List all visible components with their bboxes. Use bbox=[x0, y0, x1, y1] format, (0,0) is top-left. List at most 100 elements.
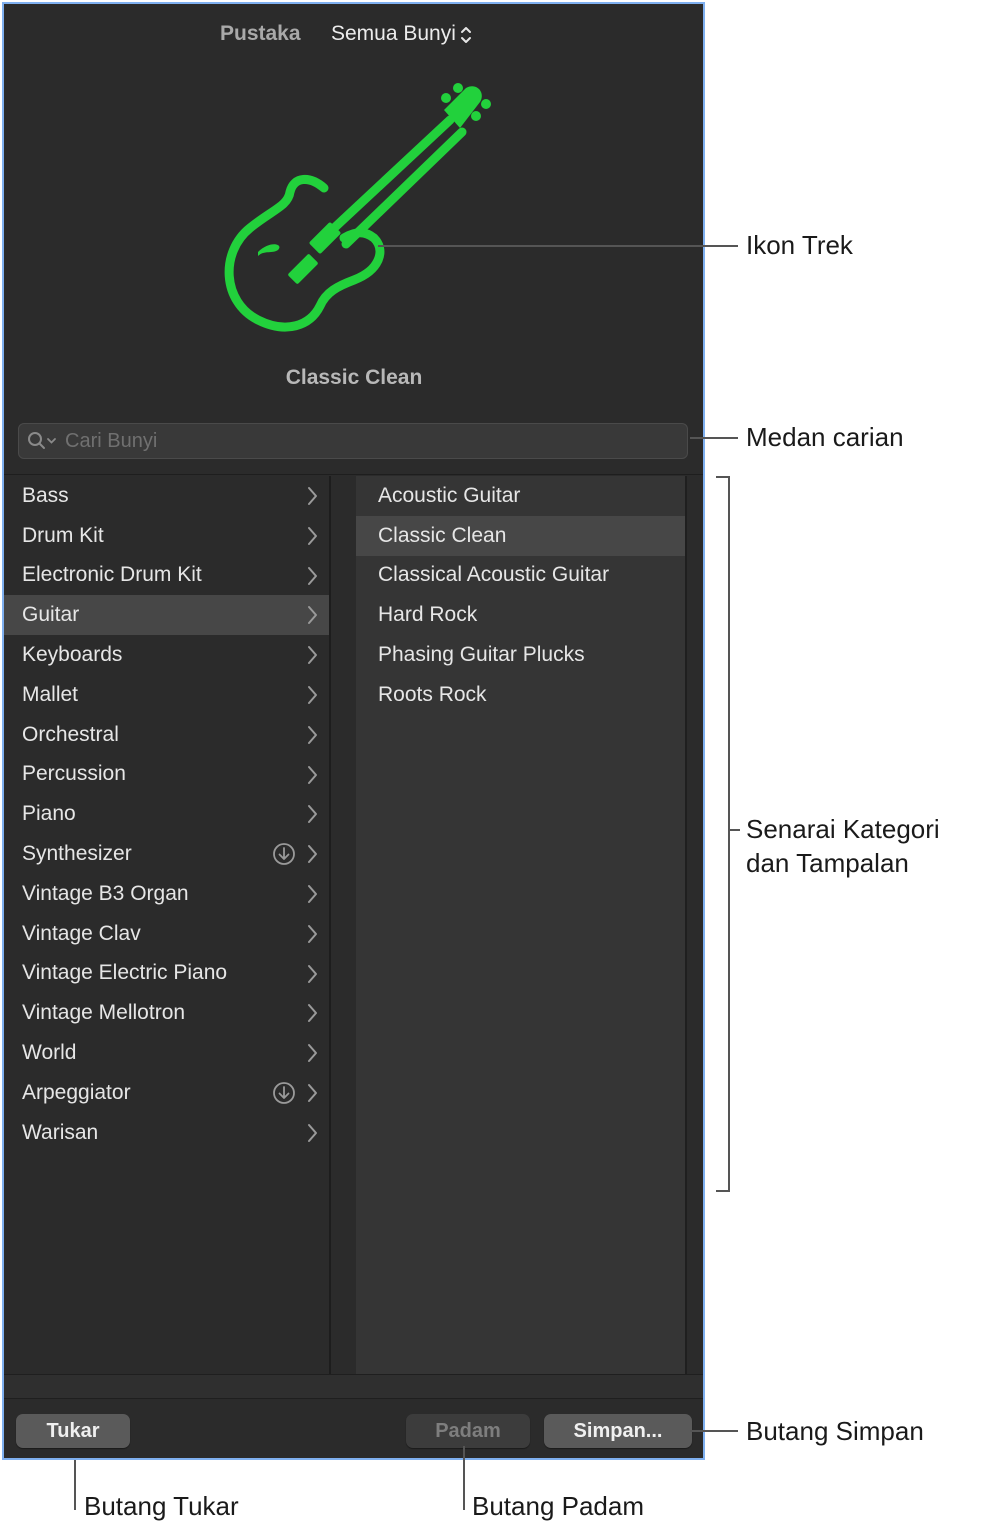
category-item[interactable]: Drum Kit bbox=[4, 516, 329, 556]
category-label: Vintage B3 Organ bbox=[22, 882, 189, 906]
callout-save-button: Butang Simpan bbox=[746, 1414, 924, 1448]
chevron-right-icon bbox=[305, 526, 319, 546]
category-item[interactable]: Percussion bbox=[4, 755, 329, 795]
library-filter-label: Semua Bunyi bbox=[331, 22, 456, 46]
delete-button[interactable]: Padam bbox=[406, 1414, 530, 1448]
swap-button[interactable]: Tukar bbox=[16, 1414, 130, 1448]
chevron-right-icon bbox=[305, 765, 319, 785]
column-separator bbox=[685, 476, 687, 1374]
chevron-right-icon bbox=[305, 1003, 319, 1023]
chevron-right-icon bbox=[305, 725, 319, 745]
category-item[interactable]: Synthesizer bbox=[4, 834, 329, 874]
footer-separator bbox=[4, 1374, 703, 1399]
patch-label: Roots Rock bbox=[378, 683, 487, 707]
chevron-right-icon bbox=[305, 486, 319, 506]
callout-bracket bbox=[716, 476, 730, 478]
search-icon bbox=[27, 431, 59, 451]
current-patch-name: Classic Clean bbox=[4, 366, 704, 390]
footer-bar: Tukar Padam Simpan... bbox=[4, 1398, 703, 1460]
callout-leader bbox=[690, 437, 738, 439]
category-label: Keyboards bbox=[22, 643, 122, 667]
download-icon[interactable] bbox=[272, 1081, 296, 1105]
category-label: Vintage Electric Piano bbox=[22, 961, 227, 985]
category-label: World bbox=[22, 1041, 76, 1065]
callout-leader bbox=[728, 829, 740, 831]
library-panel: Pustaka Semua Bunyi bbox=[2, 2, 705, 1460]
category-label: Guitar bbox=[22, 603, 79, 627]
chevron-right-icon bbox=[305, 1123, 319, 1143]
callout-bracket bbox=[716, 1190, 730, 1192]
download-icon[interactable] bbox=[272, 842, 296, 866]
category-item[interactable]: Electronic Drum Kit bbox=[4, 556, 329, 596]
category-item[interactable]: Vintage Clav bbox=[4, 914, 329, 954]
up-down-chevron-icon bbox=[460, 25, 472, 45]
chevron-right-icon bbox=[305, 645, 319, 665]
category-item[interactable]: Arpeggiator bbox=[4, 1073, 329, 1113]
category-item[interactable]: Piano bbox=[4, 794, 329, 834]
category-item[interactable]: Bass bbox=[4, 476, 329, 516]
category-label: Piano bbox=[22, 802, 76, 826]
category-item[interactable]: Mallet bbox=[4, 675, 329, 715]
chevron-right-icon bbox=[305, 844, 319, 864]
library-header: Pustaka Semua Bunyi bbox=[4, 4, 703, 66]
chevron-right-icon bbox=[305, 884, 319, 904]
patch-label: Classical Acoustic Guitar bbox=[378, 563, 609, 587]
track-icon-area bbox=[4, 66, 703, 356]
category-item[interactable]: Guitar bbox=[4, 595, 329, 635]
patch-label: Classic Clean bbox=[378, 524, 506, 548]
callout-leader bbox=[378, 245, 738, 247]
patch-label: Hard Rock bbox=[378, 603, 477, 627]
callout-search-field: Medan carian bbox=[746, 420, 904, 454]
category-list: Bass Drum Kit Electronic Drum Kit Guitar Key… bbox=[4, 476, 329, 1374]
search-field[interactable] bbox=[18, 423, 688, 459]
chevron-right-icon bbox=[305, 1043, 319, 1063]
callout-list-line2: dan Tampalan bbox=[746, 846, 909, 880]
patch-item[interactable]: Hard Rock bbox=[356, 595, 685, 635]
callout-bracket bbox=[728, 476, 730, 1192]
patch-label: Phasing Guitar Plucks bbox=[378, 643, 585, 667]
category-item[interactable]: Warisan bbox=[4, 1113, 329, 1153]
category-label: Orchestral bbox=[22, 723, 119, 747]
patch-item[interactable]: Classical Acoustic Guitar bbox=[356, 556, 685, 596]
chevron-right-icon bbox=[305, 566, 319, 586]
divider bbox=[4, 474, 703, 475]
search-input[interactable] bbox=[63, 429, 687, 454]
category-label: Warisan bbox=[22, 1121, 98, 1145]
callout-leader bbox=[74, 1460, 76, 1510]
chevron-right-icon bbox=[305, 804, 319, 824]
patch-item[interactable]: Phasing Guitar Plucks bbox=[356, 635, 685, 675]
category-label: Synthesizer bbox=[22, 842, 132, 866]
column-separator bbox=[329, 476, 331, 1374]
callout-swap-button: Butang Tukar bbox=[84, 1489, 239, 1523]
callout-track-icon: Ikon Trek bbox=[746, 228, 853, 262]
patch-item[interactable]: Classic Clean bbox=[356, 516, 685, 556]
category-label: Mallet bbox=[22, 683, 78, 707]
chevron-right-icon bbox=[305, 1083, 319, 1103]
save-button[interactable]: Simpan... bbox=[544, 1414, 692, 1448]
chevron-right-icon bbox=[305, 605, 319, 625]
chevron-right-icon bbox=[305, 924, 319, 944]
callout-delete-button: Butang Padam bbox=[472, 1489, 644, 1523]
chevron-right-icon bbox=[305, 964, 319, 984]
category-item[interactable]: Keyboards bbox=[4, 635, 329, 675]
callout-leader bbox=[690, 1430, 738, 1432]
category-item[interactable]: Orchestral bbox=[4, 715, 329, 755]
callout-list-line1: Senarai Kategori bbox=[746, 812, 940, 846]
category-label: Electronic Drum Kit bbox=[22, 563, 202, 587]
category-label: Vintage Clav bbox=[22, 922, 141, 946]
category-label: Drum Kit bbox=[22, 524, 104, 548]
category-item[interactable]: Vintage B3 Organ bbox=[4, 874, 329, 914]
category-label: Bass bbox=[22, 484, 69, 508]
library-filter-popup[interactable]: Semua Bunyi bbox=[331, 22, 472, 46]
patch-list: Acoustic Guitar Classic Clean Classical Ac… bbox=[356, 476, 685, 1374]
patch-item[interactable]: Acoustic Guitar bbox=[356, 476, 685, 516]
category-item[interactable]: Vintage Electric Piano bbox=[4, 954, 329, 994]
patch-item[interactable]: Roots Rock bbox=[356, 675, 685, 715]
category-item[interactable]: Vintage Mellotron bbox=[4, 993, 329, 1033]
patch-label: Acoustic Guitar bbox=[378, 484, 520, 508]
callout-leader bbox=[463, 1446, 465, 1510]
category-label: Percussion bbox=[22, 762, 126, 786]
category-item[interactable]: World bbox=[4, 1033, 329, 1073]
guitar-icon[interactable] bbox=[214, 80, 494, 350]
chevron-right-icon bbox=[305, 685, 319, 705]
